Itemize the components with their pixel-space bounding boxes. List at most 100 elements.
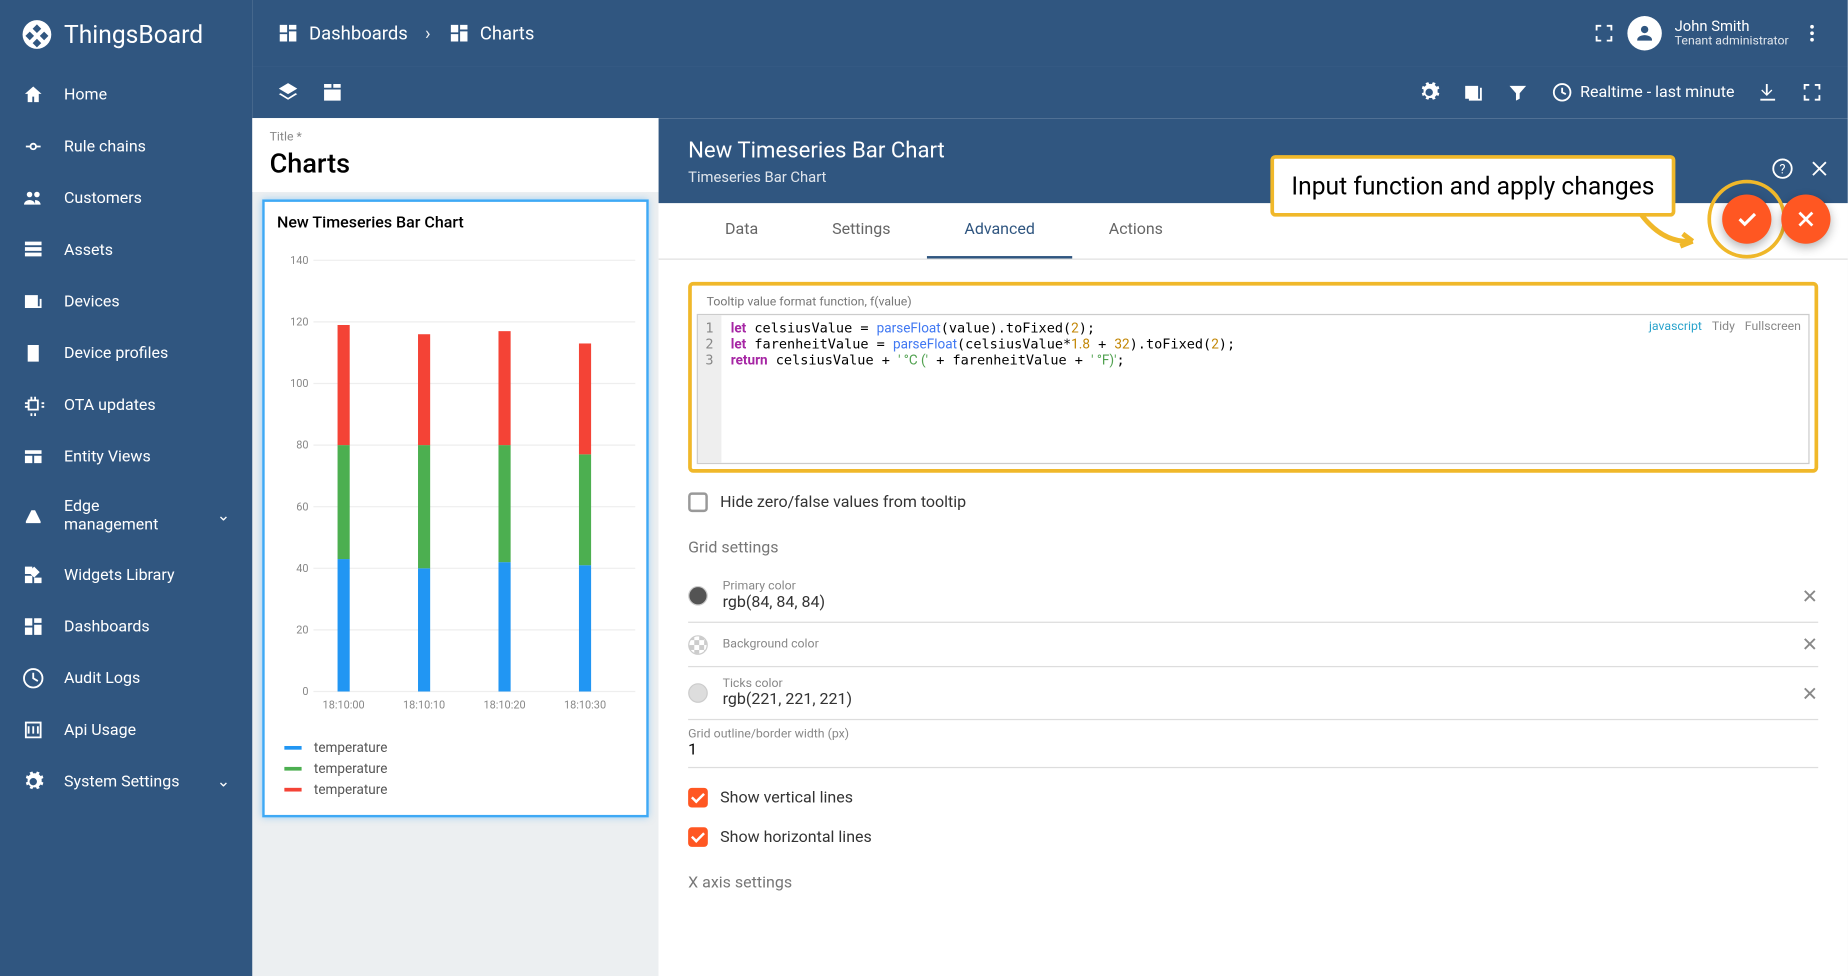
- sidebar-item-widgets-library[interactable]: Widgets Library: [0, 549, 252, 601]
- tab-settings[interactable]: Settings: [795, 203, 927, 258]
- sidebar-item-system-settings[interactable]: System Settings⌄: [0, 756, 252, 808]
- hide-zero-checkbox[interactable]: [688, 492, 708, 512]
- sidebar-item-entity-views[interactable]: Entity Views: [0, 431, 252, 483]
- filter-icon[interactable]: [1506, 81, 1528, 103]
- timewindow-label: Realtime - last minute: [1580, 83, 1734, 101]
- ticks-color-value[interactable]: rgb(221, 221, 221): [723, 691, 1787, 709]
- background-color-swatch[interactable]: [688, 635, 708, 655]
- close-icon[interactable]: [1808, 158, 1830, 180]
- sidebar-item-rule-chains[interactable]: Rule chains: [0, 121, 252, 173]
- code-tidy-button[interactable]: Tidy: [1712, 320, 1735, 334]
- breadcrumb-root[interactable]: Dashboards: [309, 22, 408, 44]
- code-content[interactable]: let celsiusValue = parseFloat(value).toF…: [721, 315, 1808, 463]
- sidebar-item-audit-logs[interactable]: Audit Logs: [0, 652, 252, 704]
- tab-data[interactable]: Data: [688, 203, 795, 258]
- user-role: Tenant administrator: [1675, 35, 1789, 50]
- person-icon: [1634, 22, 1656, 44]
- show-horizontal-checkbox[interactable]: [688, 827, 708, 847]
- fullscreen-icon[interactable]: [1801, 81, 1823, 103]
- nav-list: Home Rule chains CustomersAssets Devices Dev…: [0, 69, 252, 808]
- border-width-label: Grid outline/border width (px): [688, 728, 1818, 742]
- timewindow-button[interactable]: Realtime - last minute: [1551, 81, 1735, 103]
- sidebar-item-label: Home: [64, 86, 107, 104]
- legend-item[interactable]: temperature: [277, 782, 641, 798]
- breadcrumb-separator: ›: [425, 22, 431, 44]
- svg-text:20: 20: [296, 624, 308, 637]
- brand-logo[interactable]: ThingsBoard: [0, 0, 252, 69]
- show-vertical-checkbox[interactable]: [688, 788, 708, 808]
- show-vertical-row[interactable]: Show vertical lines: [688, 788, 1818, 808]
- api-icon: [22, 719, 44, 741]
- svg-text:140: 140: [290, 254, 308, 267]
- sidebar-item-label: Api Usage: [64, 721, 136, 739]
- hide-zero-row[interactable]: Hide zero/false values from tooltip: [688, 492, 1818, 512]
- tab-actions[interactable]: Actions: [1072, 203, 1200, 258]
- cancel-button[interactable]: [1781, 194, 1830, 243]
- code-label: Tooltip value format function, f(value): [697, 291, 1810, 314]
- title-label: Title *: [270, 130, 642, 144]
- legend-item[interactable]: temperature: [277, 740, 641, 756]
- sidebar-item-label: Dashboards: [64, 617, 150, 635]
- sidebar-item-label: Devices: [64, 292, 120, 310]
- editor-body: Tooltip value format function, f(value) …: [659, 260, 1848, 976]
- title-card: Title * Charts: [252, 118, 658, 192]
- sidebar-item-label: System Settings: [64, 772, 180, 790]
- download-icon[interactable]: [1757, 81, 1779, 103]
- border-width-field[interactable]: Grid outline/border width (px) 1: [688, 720, 1818, 768]
- sidebar-item-device-profiles[interactable]: Device profiles: [0, 327, 252, 379]
- apply-button[interactable]: [1722, 194, 1771, 243]
- sidebar-item-api-usage[interactable]: Api Usage: [0, 704, 252, 756]
- legend-item[interactable]: temperature: [277, 761, 641, 777]
- ticks-color-swatch[interactable]: [688, 683, 708, 703]
- breadcrumb: Dashboards › Charts: [277, 22, 534, 44]
- help-icon[interactable]: ?: [1771, 158, 1793, 180]
- sidebar-item-dashboards[interactable]: Dashboards: [0, 601, 252, 653]
- svg-text:40: 40: [296, 562, 308, 575]
- code-buttons: javascript Tidy Fullscreen: [1649, 320, 1801, 334]
- clear-icon[interactable]: ✕: [1802, 633, 1819, 656]
- more-vert-icon[interactable]: [1801, 22, 1823, 44]
- chevron-down-icon: ⌄: [217, 507, 230, 525]
- sidebar-item-devices[interactable]: Devices: [0, 276, 252, 328]
- tab-advanced[interactable]: Advanced: [927, 203, 1071, 258]
- profile-icon: [22, 342, 44, 364]
- grid-icon[interactable]: [321, 81, 343, 103]
- chart-legend: temperature temperature temperature: [277, 740, 641, 798]
- legend-label: temperature: [314, 761, 388, 777]
- fullscreen-icon[interactable]: [1593, 22, 1615, 44]
- code-editor[interactable]: 123 let celsiusValue = parseFloat(value)…: [697, 314, 1810, 464]
- brand-icon: [20, 17, 54, 51]
- ticks-color-label: Ticks color: [723, 677, 1787, 691]
- layers-icon[interactable]: [277, 81, 299, 103]
- user-info[interactable]: John Smith Tenant administrator: [1675, 17, 1789, 49]
- code-lang-button[interactable]: javascript: [1649, 320, 1702, 334]
- sidebar-item-home[interactable]: Home: [0, 69, 252, 121]
- gear-icon[interactable]: [1418, 81, 1440, 103]
- sidebar-item-ota-updates[interactable]: OTA updates: [0, 379, 252, 431]
- entity-aliases-icon[interactable]: [1462, 81, 1484, 103]
- legend-swatch: [284, 788, 301, 792]
- primary-color-value[interactable]: rgb(84, 84, 84): [723, 593, 1787, 611]
- sidebar-item-assets[interactable]: Assets: [0, 224, 252, 276]
- svg-text:?: ?: [1779, 162, 1785, 177]
- left-area: Title * Charts New Timeseries Bar Chart …: [252, 118, 658, 976]
- sidebar-item-edge-management[interactable]: Edge management⌄: [0, 483, 252, 549]
- clear-icon[interactable]: ✕: [1802, 681, 1819, 704]
- edge-icon: [22, 505, 44, 527]
- sidebar-item-label: Rule chains: [64, 137, 146, 155]
- border-width-value[interactable]: 1: [688, 741, 1818, 759]
- xaxis-settings-label: X axis settings: [688, 874, 1818, 892]
- sidebar-item-customers[interactable]: Customers: [0, 172, 252, 224]
- widget-preview[interactable]: New Timeseries Bar Chart 020406080100120…: [262, 199, 649, 817]
- code-fullscreen-button[interactable]: Fullscreen: [1745, 320, 1801, 334]
- clear-icon[interactable]: ✕: [1802, 584, 1819, 607]
- primary-color-row[interactable]: Primary color rgb(84, 84, 84) ✕: [688, 570, 1818, 623]
- background-color-row[interactable]: Background color ✕: [688, 623, 1818, 667]
- primary-color-swatch[interactable]: [688, 586, 708, 606]
- ticks-color-row[interactable]: Ticks color rgb(221, 221, 221) ✕: [688, 667, 1818, 720]
- bar-chart: 02040608010012014018:10:0018:10:1018:10:…: [277, 245, 641, 725]
- title-value[interactable]: Charts: [270, 149, 642, 180]
- show-horizontal-row[interactable]: Show horizontal lines: [688, 827, 1818, 847]
- audit-icon: [22, 667, 44, 689]
- avatar[interactable]: [1628, 16, 1662, 50]
